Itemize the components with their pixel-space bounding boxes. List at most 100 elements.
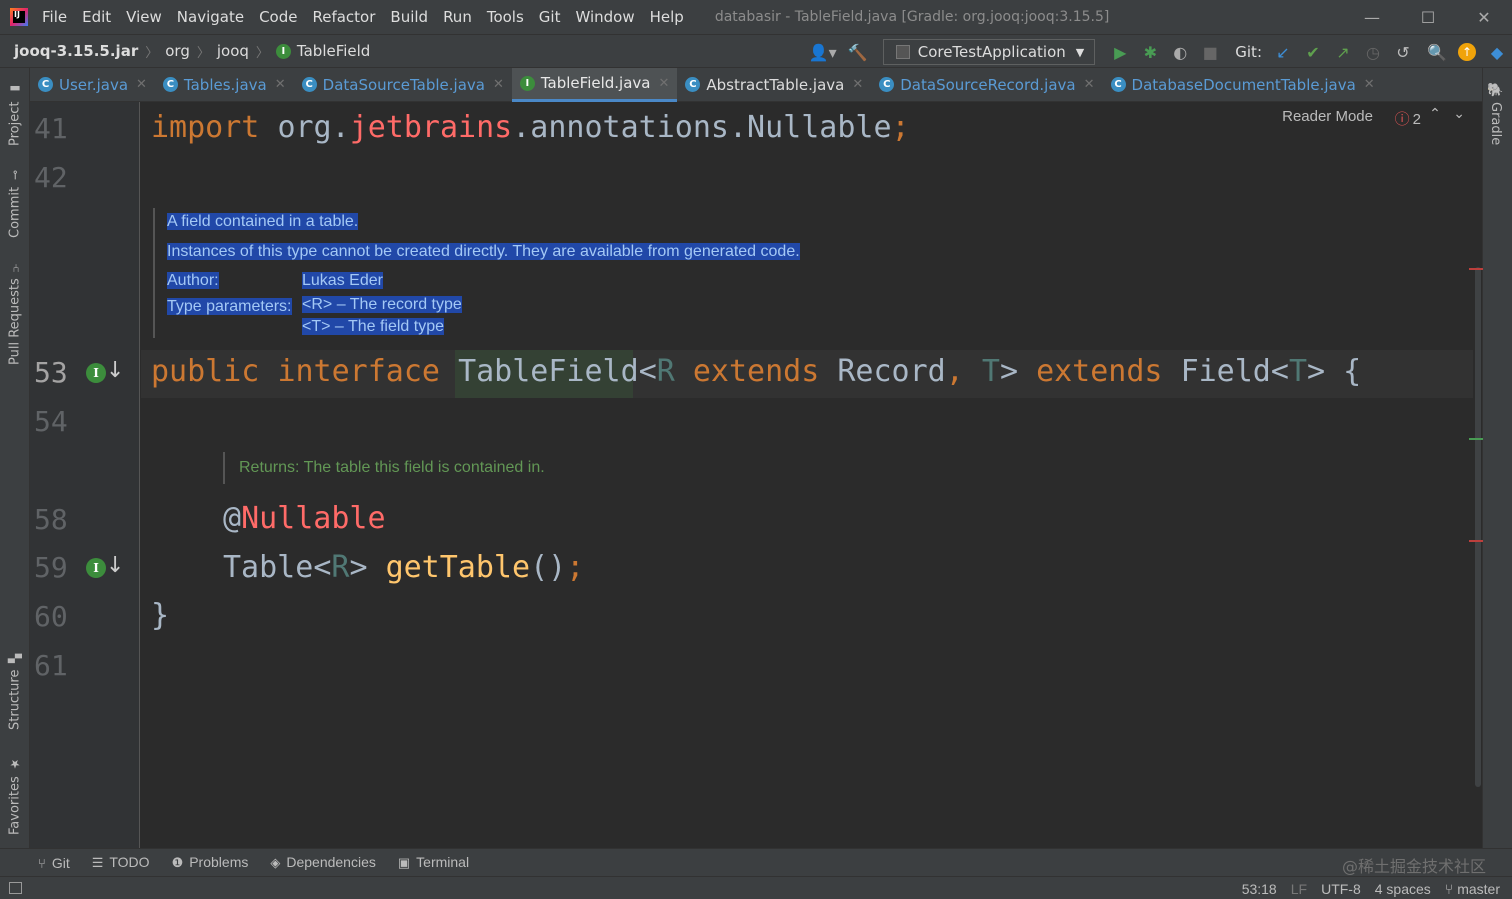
- tool-commit-label: Commit: [7, 186, 23, 238]
- angle-close: >: [1307, 354, 1326, 389]
- menu-run[interactable]: Run: [443, 8, 472, 26]
- implemented-method-icon[interactable]: I: [86, 558, 106, 578]
- window-controls: — ☐ ✕: [1344, 0, 1512, 34]
- tab-label: AbstractTable.java: [706, 75, 845, 94]
- maximize-button[interactable]: ☐: [1400, 0, 1456, 34]
- terminal-icon: ▣: [397, 855, 411, 870]
- close-tab-icon[interactable]: ✕: [852, 77, 863, 92]
- search-icon[interactable]: 🔍: [1422, 37, 1452, 67]
- tool-terminal[interactable]: ▣ Terminal: [398, 854, 469, 871]
- coverage-icon[interactable]: ◐: [1165, 37, 1195, 67]
- tool-commit[interactable]: Commit ⊸: [0, 164, 30, 244]
- debug-icon[interactable]: ✱: [1135, 37, 1165, 67]
- menu-view[interactable]: View: [126, 8, 162, 26]
- menu-edit[interactable]: Edit: [82, 8, 111, 26]
- reader-mode-button[interactable]: Reader Mode: [1282, 108, 1373, 125]
- type-param: T: [981, 354, 1000, 389]
- close-tab-icon[interactable]: ✕: [1084, 77, 1095, 92]
- tool-todo[interactable]: ☰ TODO: [92, 854, 150, 871]
- tab-tables-java[interactable]: C Tables.java ✕: [155, 68, 294, 102]
- minimize-button[interactable]: —: [1344, 0, 1400, 34]
- code-line-41: import org.jetbrains.annotations.Nullabl…: [151, 110, 910, 145]
- run-icon[interactable]: ▶: [1105, 37, 1135, 67]
- keyword: extends: [692, 354, 820, 389]
- git-update-icon[interactable]: ↙: [1268, 37, 1298, 67]
- package-highlight: jetbrains: [349, 110, 513, 145]
- tool-problems[interactable]: ❶ Problems: [172, 854, 249, 871]
- tool-structure[interactable]: Structure ▚: [0, 650, 30, 734]
- tab-datasourcerecord-java[interactable]: C DataSourceRecord.java ✕: [871, 68, 1102, 102]
- update-icon[interactable]: ↑: [1452, 37, 1482, 67]
- plugin-icon[interactable]: ◆: [1482, 37, 1512, 67]
- close-tab-icon[interactable]: ✕: [1364, 77, 1375, 92]
- git-branch-icon: ⑂: [1444, 880, 1454, 897]
- close-tab-icon[interactable]: ✕: [658, 76, 669, 91]
- history-icon[interactable]: ◷: [1358, 37, 1388, 67]
- package-prefix: org.: [277, 110, 350, 145]
- breadcrumb-jooq[interactable]: jooq: [217, 42, 249, 60]
- tab-databasedocumenttable-java[interactable]: C DatabaseDocumentTable.java ✕: [1103, 68, 1383, 102]
- close-tab-icon[interactable]: ✕: [136, 77, 147, 92]
- menu-tools[interactable]: Tools: [487, 8, 524, 26]
- tab-tablefield-java[interactable]: I TableField.java ✕: [511, 67, 678, 102]
- previous-error-icon[interactable]: ⌃: [1429, 106, 1441, 122]
- keyword: interface: [277, 354, 440, 389]
- tool-favorites-label: Favorites: [7, 776, 23, 836]
- git-commit-icon[interactable]: ✔: [1298, 37, 1328, 67]
- git-push-icon[interactable]: ↗: [1328, 37, 1358, 67]
- build-hammer-icon[interactable]: 🔨: [843, 37, 873, 67]
- tool-project[interactable]: Project ▬: [0, 74, 30, 154]
- layers-icon: ◈: [270, 855, 281, 870]
- line-separator[interactable]: LF: [1291, 881, 1307, 897]
- tool-git[interactable]: ⑂ Git: [38, 855, 70, 871]
- next-error-icon[interactable]: ⌄: [1453, 106, 1465, 122]
- stop-icon[interactable]: ■: [1195, 37, 1225, 67]
- tool-favorites[interactable]: Favorites ★: [0, 754, 30, 838]
- tool-pull-requests[interactable]: Pull Requests ⑂: [0, 258, 30, 368]
- implemented-interface-icon[interactable]: I: [86, 363, 106, 383]
- close-tab-icon[interactable]: ✕: [493, 77, 504, 92]
- breadcrumb-org[interactable]: org: [165, 42, 190, 60]
- user-icon[interactable]: 👤▾: [803, 37, 843, 67]
- line-number: 60: [34, 600, 68, 633]
- pull-request-icon: ⑂: [8, 260, 22, 273]
- error-marker[interactable]: [1469, 268, 1483, 270]
- menu-code[interactable]: Code: [259, 8, 297, 26]
- menu-refactor[interactable]: Refactor: [312, 8, 375, 26]
- class-icon: C: [1110, 77, 1126, 92]
- error-indicator[interactable]: ⓘ 2: [1395, 108, 1421, 129]
- tool-todo-label: TODO: [109, 854, 150, 870]
- close-button[interactable]: ✕: [1456, 0, 1512, 34]
- tab-datasourcetable-java[interactable]: C DataSourceTable.java ✕: [294, 68, 512, 102]
- close-tab-icon[interactable]: ✕: [275, 77, 286, 92]
- tab-user-java[interactable]: C User.java ✕: [30, 68, 155, 102]
- menu-file[interactable]: File: [42, 8, 67, 26]
- change-marker[interactable]: [1469, 438, 1483, 440]
- menu-help[interactable]: Help: [650, 8, 684, 26]
- error-marker[interactable]: [1469, 540, 1483, 542]
- menu-window[interactable]: Window: [575, 8, 634, 26]
- toggle-tool-windows-icon[interactable]: [9, 882, 22, 894]
- menu-git[interactable]: Git: [539, 8, 561, 26]
- menu-build[interactable]: Build: [390, 8, 428, 26]
- dropdown-arrow-icon: ▼: [1075, 45, 1085, 59]
- run-configuration-select[interactable]: CoreTestApplication ▼: [882, 39, 1096, 65]
- caret-position[interactable]: 53:18: [1242, 881, 1277, 897]
- tab-label: DataSourceTable.java: [322, 75, 485, 94]
- menu-navigate[interactable]: Navigate: [177, 8, 244, 26]
- tab-abstracttable-java[interactable]: C AbstractTable.java ✕: [677, 68, 871, 102]
- tool-gradle[interactable]: 🐘 Gradle: [1488, 82, 1503, 145]
- file-encoding[interactable]: UTF-8: [1321, 881, 1361, 897]
- indent-setting[interactable]: 4 spaces: [1375, 881, 1431, 897]
- breadcrumb-current[interactable]: TableField: [297, 42, 370, 60]
- tool-project-label: Project: [7, 101, 23, 147]
- editor-scrollbar[interactable]: [1469, 102, 1483, 848]
- git-branch[interactable]: ⑂ master: [1445, 881, 1500, 897]
- code-editor[interactable]: Reader Mode ⓘ 2 ⌃ ⌄ import org.jetbrains.…: [141, 102, 1473, 848]
- rollback-icon[interactable]: ↺: [1388, 37, 1418, 67]
- tool-gradle-label: Gradle: [1488, 102, 1503, 146]
- scrollbar-thumb[interactable]: [1475, 267, 1481, 787]
- breadcrumb-jar[interactable]: jooq-3.15.5.jar: [14, 42, 138, 60]
- code-line-60: }: [151, 598, 169, 633]
- tool-dependencies[interactable]: ◈ Dependencies: [270, 854, 376, 871]
